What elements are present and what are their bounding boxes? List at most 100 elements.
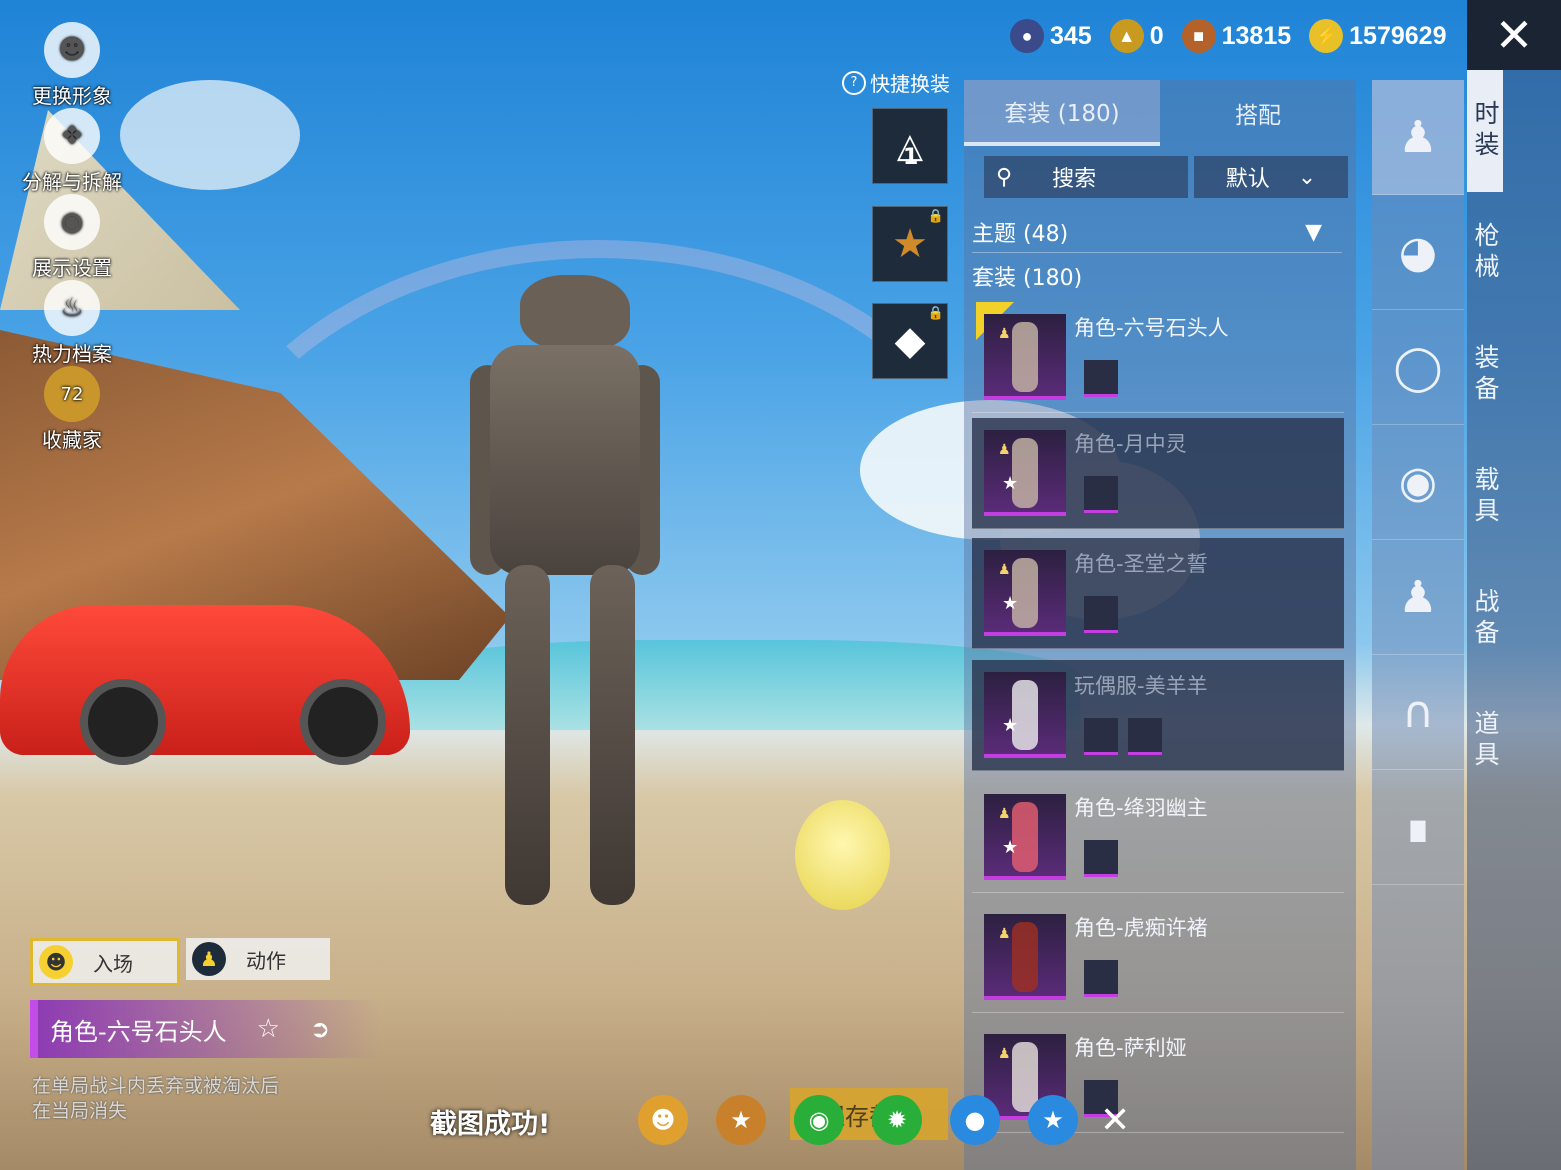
- category-hat[interactable]: ◕: [1372, 195, 1464, 310]
- favorite-star-icon[interactable]: ☆: [257, 1014, 280, 1044]
- quick-change-slot-2[interactable]: ★ 🔒: [872, 206, 948, 282]
- side-tab-fashion[interactable]: 时装: [1467, 70, 1503, 192]
- part-thumb[interactable]: [1084, 840, 1118, 877]
- help-icon: ?: [842, 70, 866, 95]
- close-button[interactable]: ✕: [1467, 0, 1561, 70]
- quick-change-slot-1[interactable]: △ 1: [872, 108, 948, 184]
- sports-car: [0, 605, 410, 765]
- theme-filter[interactable]: 主题 (48) ▼: [972, 212, 1342, 253]
- emote-person-icon: ♟: [192, 942, 226, 976]
- star-icon: ★: [1002, 593, 1019, 614]
- share-bar: ☻ ★ ◉ ✹ ● ★: [638, 1095, 1078, 1145]
- outfit-icon: ♟: [1398, 111, 1438, 163]
- category-suit[interactable]: ♟: [1372, 540, 1464, 655]
- search-box[interactable]: ⚲ 搜索: [984, 156, 1188, 198]
- quick-change-slot-3[interactable]: ◆ 🔒: [872, 303, 948, 379]
- search-icon: ⚲: [996, 164, 1013, 190]
- diamond-icon: ◆: [894, 318, 926, 364]
- person-badge-icon: ♟: [998, 562, 1011, 578]
- hat-icon: ◕: [1398, 226, 1438, 278]
- flame-icon: ♨: [44, 280, 100, 336]
- lightning-coin-icon: ⚡: [1309, 19, 1344, 53]
- tab-outfits[interactable]: 套装 (180): [964, 80, 1160, 146]
- currency-bar: ● 345 ▲ 0 ■ 13815 ⚡ 1579629: [1010, 14, 1454, 58]
- part-thumb[interactable]: [1084, 476, 1118, 513]
- outfit-item[interactable]: ♟ ★ 角色-月中灵: [972, 418, 1344, 529]
- lock-icon: 🔒: [927, 306, 944, 321]
- star-icon: ★: [1002, 473, 1019, 494]
- person-badge-icon: ♟: [998, 1046, 1011, 1062]
- category-outfit[interactable]: ♟: [1372, 80, 1464, 195]
- emote-button[interactable]: ♟ 动作: [186, 938, 330, 980]
- currency-gold[interactable]: ▲ 0: [1109, 19, 1164, 53]
- close-icon: ✕: [1494, 8, 1534, 62]
- person-badge-icon: ♟: [998, 326, 1011, 342]
- eye-icon: ◉: [44, 194, 100, 250]
- part-thumb[interactable]: [1084, 718, 1118, 755]
- mask-icon: ◉: [1398, 456, 1438, 508]
- side-tab-gear[interactable]: 战备: [1467, 558, 1503, 680]
- part-thumb[interactable]: [1084, 360, 1118, 397]
- side-tabs: 时装 枪械 装备 载具 战备 道具: [1467, 70, 1561, 1170]
- change-avatar-button[interactable]: ☻ 更换形象: [22, 22, 122, 109]
- outfit-item[interactable]: ♟ ★ 角色-绛羽幽主: [972, 782, 1344, 893]
- screenshot-toast: 截图成功!: [430, 1109, 551, 1140]
- wechat-icon[interactable]: ◉: [794, 1095, 844, 1145]
- part-thumb[interactable]: [1084, 596, 1118, 633]
- suit-icon: ♟: [1398, 571, 1438, 623]
- tab-combos[interactable]: 搭配: [1160, 80, 1356, 146]
- part-thumb[interactable]: [1128, 718, 1162, 755]
- token-icon: ●: [1010, 19, 1044, 53]
- currency-token[interactable]: ● 345: [1010, 19, 1092, 53]
- moments-icon[interactable]: ✹: [872, 1095, 922, 1145]
- part-thumb[interactable]: [1084, 960, 1118, 997]
- chevron-down-icon: ⌄: [1297, 164, 1317, 190]
- sort-dropdown[interactable]: 默认 ⌄: [1194, 156, 1348, 198]
- star-icon: ★: [1002, 715, 1019, 736]
- qq-icon[interactable]: ●: [950, 1095, 1000, 1145]
- category-shoes[interactable]: ∎: [1372, 770, 1464, 885]
- outfit-item[interactable]: ♟ ★ 角色-圣堂之誓: [972, 538, 1344, 649]
- bronze-coin-icon: ■: [1181, 19, 1216, 53]
- decompose-button[interactable]: ❖ 分解与拆解: [22, 108, 122, 195]
- trophy-icon: ★: [892, 221, 928, 267]
- entry-button[interactable]: ☻ 入场: [30, 938, 180, 986]
- share-icon[interactable]: ➲: [310, 1015, 330, 1043]
- category-mask[interactable]: ◉: [1372, 425, 1464, 540]
- side-tab-vehicles[interactable]: 载具: [1467, 436, 1503, 558]
- person-badge-icon: ♟: [998, 806, 1011, 822]
- gold-emblem-icon: ▲: [1109, 19, 1144, 53]
- side-tab-equipment[interactable]: 装备: [1467, 314, 1503, 436]
- triangle-down-icon: ▼: [1305, 219, 1322, 245]
- outfit-item[interactable]: ★ 玩偶服-美羊羊: [972, 660, 1344, 771]
- pants-icon: ∩: [1401, 686, 1435, 738]
- collector-badge-icon: 72: [44, 366, 100, 422]
- puzzle-icon: ❖: [44, 108, 100, 164]
- heat-profile-button[interactable]: ♨ 热力档案: [22, 280, 122, 367]
- share-close-icon[interactable]: ✕: [1100, 1100, 1130, 1141]
- outfit-hint: 在单局战斗内丢弃或被淘汰后 在当局消失: [32, 1075, 280, 1122]
- avatar-icon: ☻: [44, 22, 100, 78]
- side-tab-items[interactable]: 道具: [1467, 680, 1503, 802]
- stone-golem-character[interactable]: [430, 275, 690, 915]
- glasses-icon: ◯: [1393, 341, 1443, 393]
- shoes-icon: ∎: [1404, 801, 1432, 853]
- outfit-count: 套装 (180): [972, 266, 1083, 291]
- current-outfit-banner: 角色-六号石头人 ☆ ➲: [30, 1000, 380, 1058]
- category-column: ♟ ◕ ◯ ◉ ♟ ∩ ∎: [1372, 80, 1464, 1170]
- outfit-panel: 套装 (180) 搭配 ⚲ 搜索 默认 ⌄ 主题 (48) ▼ 套装 (180)…: [964, 80, 1356, 1170]
- currency-bronze[interactable]: ■ 13815: [1181, 19, 1291, 53]
- category-pants[interactable]: ∩: [1372, 655, 1464, 770]
- chick-pet: [795, 800, 890, 910]
- display-settings-button[interactable]: ◉ 展示设置: [22, 194, 122, 281]
- outfit-item[interactable]: ♟ 角色-六号石头人: [972, 302, 1344, 413]
- qzone-icon[interactable]: ★: [1028, 1095, 1078, 1145]
- quick-change-label[interactable]: ? 快捷换装: [842, 68, 950, 97]
- contacts-icon[interactable]: ☻: [638, 1095, 688, 1145]
- side-tab-guns[interactable]: 枪械: [1467, 192, 1503, 314]
- currency-lightning[interactable]: ⚡ 1579629: [1309, 19, 1446, 53]
- game-elite-icon[interactable]: ★: [716, 1095, 766, 1145]
- collector-button[interactable]: 72 收藏家: [22, 366, 122, 453]
- outfit-item[interactable]: ♟ 角色-虎痴许褚: [972, 902, 1344, 1013]
- category-glasses[interactable]: ◯: [1372, 310, 1464, 425]
